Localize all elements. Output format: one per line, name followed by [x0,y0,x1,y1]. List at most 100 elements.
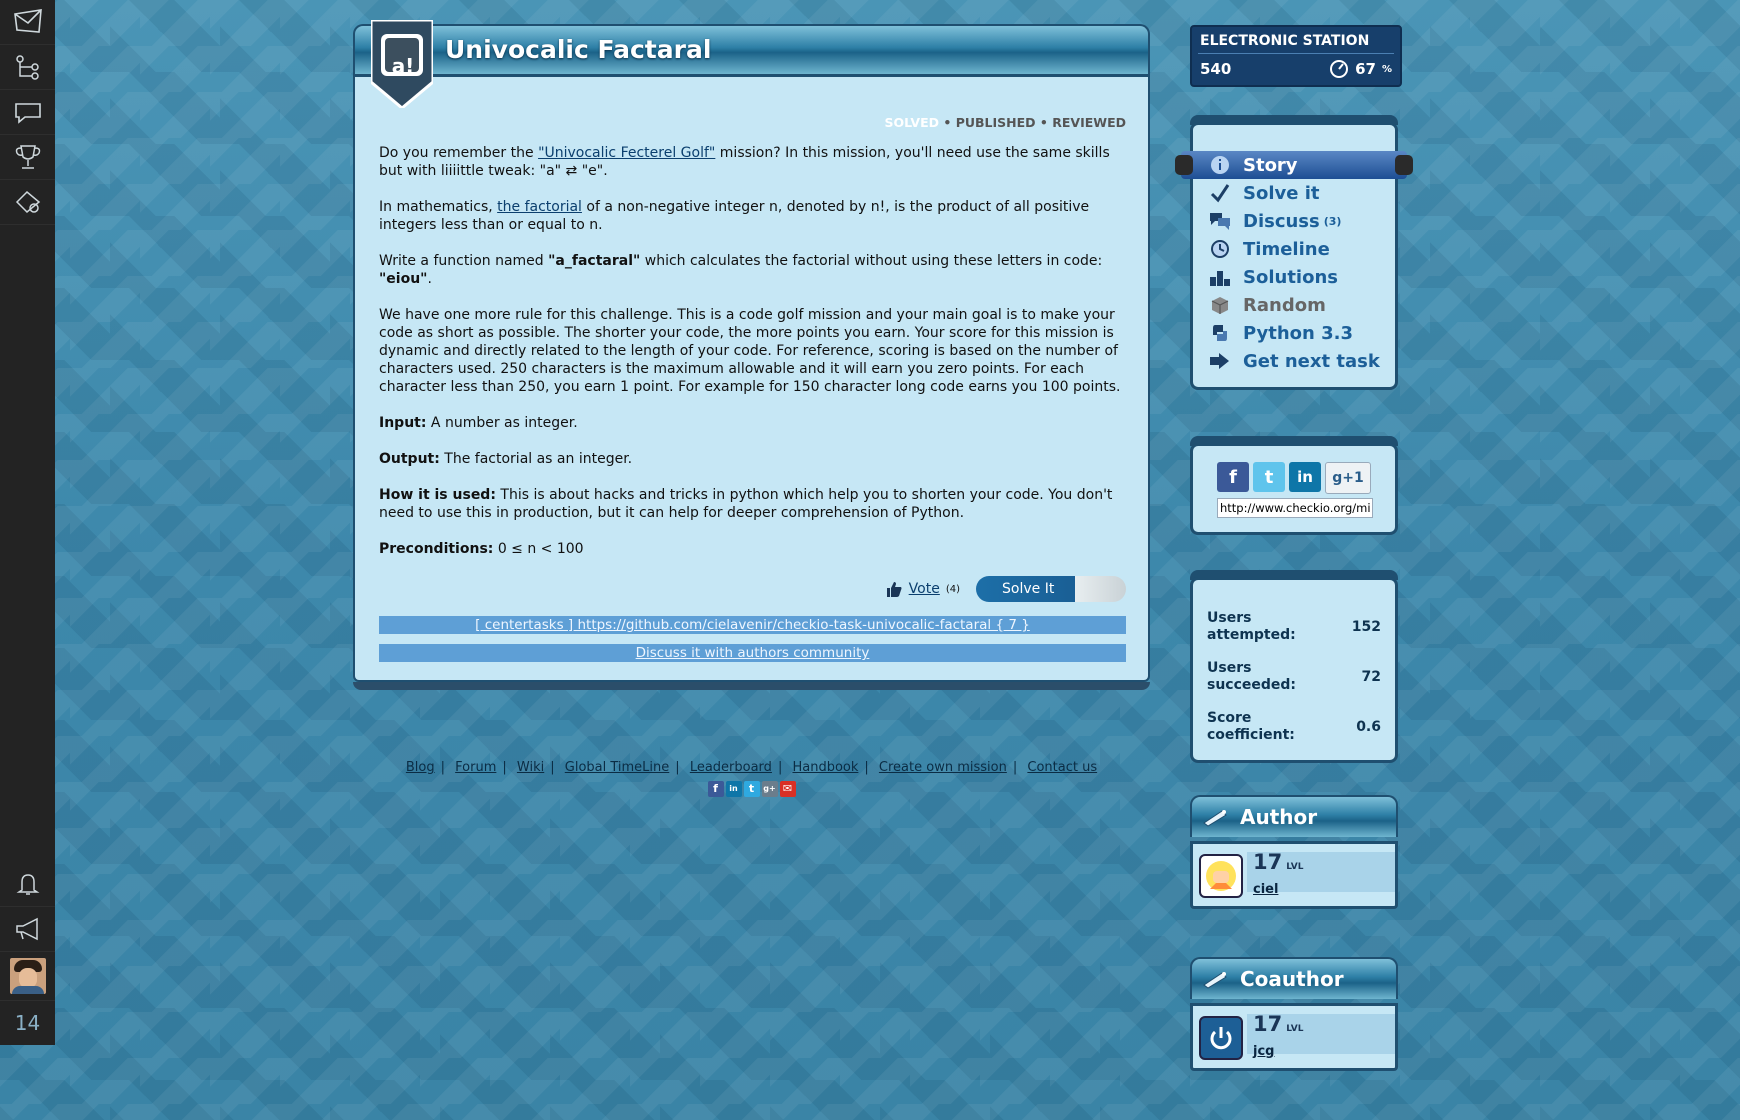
status-separator: • [1039,115,1048,130]
user-avatar[interactable] [0,952,55,1001]
vote-link[interactable]: Vote [909,581,940,597]
footer-link-create-mission[interactable]: Create own mission [879,760,1007,775]
station-progress: 540 67% [1192,54,1400,84]
thumbs-up-icon [886,582,902,597]
chat-bubble-icon[interactable] [0,90,55,135]
stats-card: Users attempted: 152 Users succeeded: 72… [1190,570,1398,763]
google-plus-icon[interactable]: g+ [761,781,778,797]
avatar [9,958,46,994]
email-icon[interactable]: ✉ [779,781,796,797]
mission-menu: Story Solve it Discuss (3) Timeline Solut… [1175,115,1413,390]
footer-link-timeline[interactable]: Global TimeLine [565,760,670,775]
coauthor-name-link[interactable]: jcg [1253,1044,1274,1059]
google-plus-share-icon[interactable]: g+1 [1325,462,1371,494]
coauthor-level: 17 LVL [1253,1012,1304,1036]
station-score: 540 [1200,60,1232,78]
discuss-community-link[interactable]: Discuss it with authors community [379,644,1126,662]
mission-panel: a! Univocalic Factaral SOLVED • PUBLISHE… [353,20,1150,690]
mission-badge-text: a! [391,54,415,78]
twitter-icon[interactable]: t [743,781,760,797]
tree-icon[interactable] [0,45,55,90]
trophy-icon[interactable] [0,135,55,180]
paragraph-input: Input: A number as integer. [379,415,578,431]
solve-it-button[interactable]: Solve It [976,576,1126,602]
vote-count: (4) [945,583,960,595]
pencil-icon [1203,972,1227,989]
menu-item-next[interactable]: Get next task [1193,347,1395,375]
status-solved: SOLVED [884,115,939,130]
paragraph-intro: Do you remember the "Univocalic Fecterel… [379,145,1110,179]
author-avatar[interactable] [1199,854,1243,898]
footer-link-wiki[interactable]: Wiki [517,760,544,775]
author-level: 17 LVL [1253,850,1304,874]
menu-item-random[interactable]: Random [1193,291,1395,319]
footer: Blog | Forum | Wiki | Global TimeLine | Lead… [353,760,1150,797]
footer-link-leaderboard[interactable]: Leaderboard [690,760,772,775]
stat-attempted: Users attempted: 152 [1207,610,1381,643]
station-title: ELECTRONIC STATION [1198,27,1394,54]
podium-icon [1209,266,1231,288]
facebook-share-icon[interactable]: f [1217,462,1249,492]
univocalic-golf-link[interactable]: "Univocalic Fecterel Golf" [538,145,715,161]
share-card: f t in g+1 [1190,436,1398,535]
discuss-count: (3) [1323,214,1342,228]
checkmark-icon [1209,182,1231,204]
menu-item-python[interactable]: Python 3.3 [1193,319,1395,347]
gauge-icon [1330,60,1349,78]
user-level: 14 [14,1011,41,1035]
station-card[interactable]: ELECTRONIC STATION 540 67% [1190,25,1402,87]
footer-link-contact[interactable]: Contact us [1027,760,1097,775]
twitter-share-icon[interactable]: t [1253,462,1285,492]
status-separator: • [943,115,952,130]
status-line: SOLVED • PUBLISHED • REVIEWED [379,115,1126,130]
menu-item-timeline[interactable]: Timeline [1193,235,1395,263]
menu-item-discuss[interactable]: Discuss (3) [1193,207,1395,235]
vote-control[interactable]: Vote (4) [885,580,960,598]
factorial-link[interactable]: the factorial [497,199,582,215]
status-reviewed: REVIEWED [1052,115,1126,130]
rail-bottom: 14 [0,862,55,1045]
stat-coefficient: Score coefficient: 0.6 [1207,710,1381,743]
facebook-icon[interactable]: f [707,781,724,797]
mission-body: SOLVED • PUBLISHED • REVIEWED Do you rem… [353,74,1150,690]
footer-link-blog[interactable]: Blog [406,760,435,775]
left-rail: 14 [0,0,55,1045]
status-published: PUBLISHED [955,115,1036,130]
menu-item-solve[interactable]: Solve it [1193,179,1395,207]
author-info: 17 LVL ciel [1190,841,1398,909]
paragraph-output: Output: The factorial as an integer. [379,451,633,467]
footer-link-forum[interactable]: Forum [455,760,496,775]
share-url-field[interactable] [1217,498,1373,518]
author-card: Author 17 LVL ciel [1190,795,1398,909]
coauthor-info: 17 LVL jcg [1190,1003,1398,1071]
footer-link-handbook[interactable]: Handbook [792,760,858,775]
paragraph-preconditions: Preconditions: 0 ≤ n < 100 [379,541,584,557]
settings-pin-icon[interactable] [0,180,55,225]
discussion-icon [1209,210,1231,232]
pencil-icon [1203,810,1227,827]
paragraph-usage: How it is used: This is about hacks and … [379,487,1113,521]
github-link[interactable]: [ centertasks ] https://github.com/ciela… [379,616,1126,634]
mission-header: a! Univocalic Factaral [353,20,1150,108]
menu-item-story[interactable]: Story [1175,151,1413,179]
mission-actions: Vote (4) Solve It [379,576,1126,602]
share-icons: f t in g+1 [1217,462,1383,494]
station-percent: 67% [1329,59,1392,79]
megaphone-icon[interactable] [0,907,55,952]
paragraph-rules: We have one more rule for this challenge… [379,307,1121,395]
coauthor-heading: Coauthor [1190,957,1398,999]
arrow-right-icon [1209,350,1231,372]
bell-icon[interactable] [0,862,55,907]
footer-links: Blog | Forum | Wiki | Global TimeLine | Lead… [405,760,1098,775]
mail-icon[interactable] [0,0,55,45]
linkedin-share-icon[interactable]: in [1289,462,1321,492]
linkedin-icon[interactable]: in [725,781,742,797]
stat-succeeded: Users succeeded: 72 [1207,660,1381,693]
paragraph-task: Write a function named "a_factaral" whic… [379,253,1103,287]
info-icon [1209,154,1231,176]
author-name-link[interactable]: ciel [1253,882,1278,897]
coauthor-avatar[interactable] [1199,1016,1243,1060]
paragraph-factorial: In mathematics, the factorial of a non-n… [379,199,1090,233]
clock-icon [1209,238,1231,260]
menu-item-solutions[interactable]: Solutions [1193,263,1395,291]
